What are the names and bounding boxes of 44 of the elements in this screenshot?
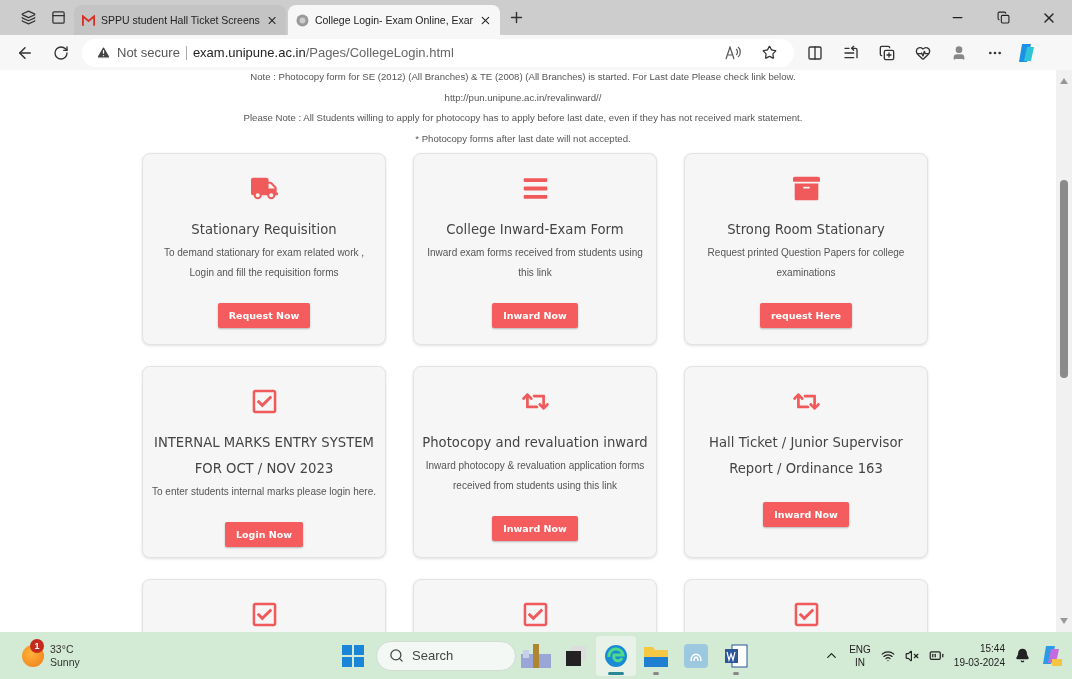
window-app-icon[interactable] xyxy=(566,645,586,666)
word-icon[interactable] xyxy=(724,643,748,668)
bell-icon[interactable] xyxy=(1015,648,1030,663)
card-description: To demand stationary for exam related work , Login and fill the requisition forms xyxy=(162,245,366,280)
language-indicator[interactable]: ENG IN xyxy=(849,642,871,669)
copilot-icon[interactable] xyxy=(1040,644,1062,667)
notification-badge: 1 xyxy=(30,638,44,653)
start-icon[interactable] xyxy=(342,644,364,667)
address-bar[interactable]: Not secure exam.unipune.ac.in/Pages/CollegeLogin.html xyxy=(82,38,794,67)
mute-icon[interactable] xyxy=(904,648,919,663)
running-indicator xyxy=(608,671,624,675)
notice-text: Please Note : All Students willing to apply for photocopy has to apply before last date, even if they has not received mark statement. xyxy=(243,111,803,126)
running-indicator xyxy=(733,671,739,675)
card-title: Photocopy and revaluation inward xyxy=(422,433,648,452)
notice-text: http://pun.unipune.ac.in/revalinward// xyxy=(444,90,602,105)
card-title: Hall Ticket / Junior Supervisor Report / Ordinance 163 xyxy=(708,433,904,478)
browser-tab[interactable]: SPPU student Hall Ticket Screens xyxy=(74,5,286,35)
url-text: exam.unipune.ac.in/Pages/CollegeLogin.html xyxy=(192,45,455,60)
browser-icon[interactable] xyxy=(604,643,628,668)
card-title: Strong Room Stationary xyxy=(727,220,885,239)
card-description: Inward photocopy & revaluation application forms received from students using this link xyxy=(424,458,646,493)
card-description: Request printed Question Papers for college examinations xyxy=(706,245,906,280)
battery-icon[interactable] xyxy=(928,648,944,663)
wifi-icon[interactable] xyxy=(880,648,895,663)
notice-text: * Photocopy forms after last date will not accepted. xyxy=(415,132,631,147)
card-title: Stationary Requisition xyxy=(191,220,337,239)
mail-logo-icon xyxy=(82,14,96,26)
warning-icon xyxy=(96,45,111,60)
taskbar-search[interactable]: Search xyxy=(376,640,516,671)
security-label: Not secure xyxy=(117,45,180,60)
browser-tab[interactable]: College Login- Exam Online, Exar xyxy=(288,5,500,35)
clock[interactable]: 15:44 19-03-2024 xyxy=(953,641,1005,670)
card-title: INTERNAL MARKS ENTRY SYSTEM FOR OCT / NOV 2023 xyxy=(153,433,375,478)
search-icon xyxy=(389,648,404,663)
copilot-icon[interactable] xyxy=(1016,42,1036,63)
temperature-text: 33°C xyxy=(50,642,75,656)
running-indicator xyxy=(653,671,659,675)
notice-text: Note : Photocopy form for SE (2012) (All Branches) & TE (2008) (All Branches) is started. For Last date Please check link below. xyxy=(250,70,796,84)
card-title: College Inward-Exam Form xyxy=(446,220,624,239)
card-description: Inward exam forms received from students using this link xyxy=(426,245,644,280)
card-description: To enter students internal marks please login here. xyxy=(152,484,376,499)
scrollbar[interactable] xyxy=(1056,70,1072,632)
weather-condition: Sunny xyxy=(50,655,80,669)
folder-icon[interactable] xyxy=(644,644,668,667)
